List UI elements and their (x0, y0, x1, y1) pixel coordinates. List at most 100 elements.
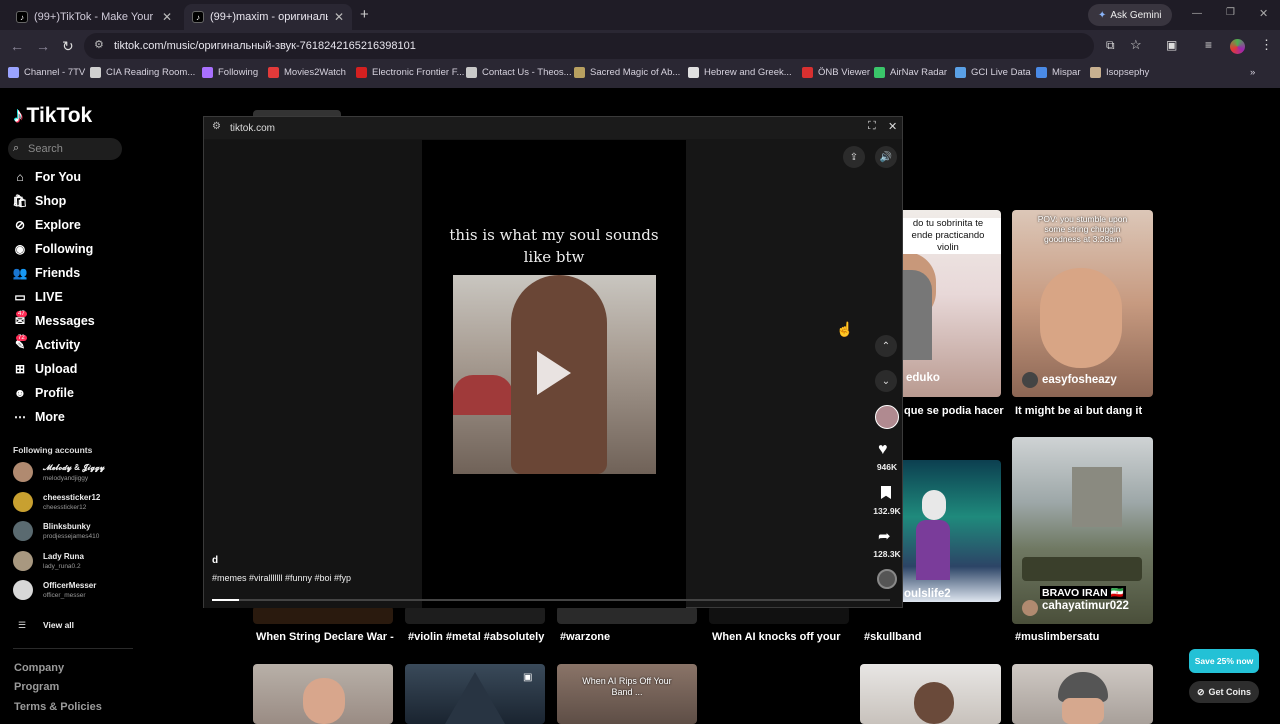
menu-kebab-icon[interactable]: ⋮ (1260, 37, 1273, 53)
site-settings-icon[interactable]: ⚙ (212, 121, 221, 132)
bookmark-item[interactable]: AirNav Radar (874, 67, 947, 78)
nav-item-explore[interactable]: ⊘ Explore (13, 218, 81, 232)
following-account[interactable]: cheessticker12 cheessticker12 (13, 491, 100, 512)
close-window-icon[interactable]: ✕ (1259, 7, 1268, 20)
bookmark-item[interactable]: Movies2Watch (268, 67, 346, 78)
bookmark-star-icon[interactable]: ☆ (1130, 37, 1142, 53)
tab-title: (99+)maxim - оригинальный з (210, 11, 328, 23)
bookmark-item[interactable]: Mispar (1036, 67, 1081, 78)
following-account[interactable]: OfficerMesser officer_messer (13, 580, 96, 600)
gemini-sparkle-icon: ✦ (1098, 9, 1107, 21)
view-all-link[interactable]: View all (43, 620, 74, 630)
expand-icon[interactable]: ⛶ (868, 120, 876, 133)
video-thumbnail[interactable] (709, 606, 849, 624)
nav-item-profile[interactable]: ☻ Profile (13, 386, 74, 400)
bookmark-item[interactable]: Sacred Magic of Ab... (574, 67, 680, 78)
music-disc-icon[interactable] (877, 569, 897, 589)
video-caption[interactable]: It might be ai but dang it (1015, 405, 1142, 417)
profile-avatar-icon[interactable] (1230, 39, 1245, 54)
video-caption[interactable]: #muslimbersatu (1015, 631, 1099, 643)
pip-share-icon[interactable]: ⇪ (843, 146, 865, 168)
progress-track[interactable] (212, 599, 890, 601)
nav-item-friends[interactable]: 👥 Friends (13, 266, 81, 280)
nav-item-more[interactable]: ⋯ More (13, 410, 65, 424)
video-thumbnail[interactable] (860, 664, 1001, 724)
video-caption[interactable]: que se podia hacer (904, 405, 1004, 417)
video-caption[interactable]: When String Declare War - (256, 631, 394, 643)
close-tab-icon[interactable]: ✕ (334, 10, 344, 24)
video-thumbnail[interactable]: ▣ (405, 664, 545, 724)
following-account[interactable]: Lady Runa lady_runa0.2 (13, 550, 84, 571)
volume-icon[interactable]: 🔊 (875, 146, 897, 168)
video-thumbnail[interactable] (253, 606, 393, 624)
avatar (13, 462, 33, 482)
footer-link-program[interactable]: Program (14, 681, 59, 693)
video-caption[interactable]: #warzone (560, 631, 610, 643)
video-card-cahayatimur022[interactable]: BRAVO IRAN 🇮🇷 cahayatimur022 (1012, 437, 1153, 624)
install-app-icon[interactable]: ⧉ (1106, 38, 1115, 53)
share-arrow-icon[interactable]: ➦ (878, 527, 891, 545)
search-input[interactable]: ⌕ Search (8, 138, 122, 160)
minimize-icon[interactable]: — (1192, 8, 1202, 19)
video-author[interactable]: d (212, 555, 218, 566)
footer-link-terms[interactable]: Terms & Policies (14, 701, 102, 713)
bookmark-item[interactable]: Isopsephy (1090, 67, 1149, 78)
bookmark-item[interactable]: Channel - 7TV (8, 67, 85, 78)
tiktok-logo[interactable]: ♪ TikTok (13, 104, 92, 128)
new-tab-button[interactable]: + (360, 6, 369, 23)
following-account[interactable]: Blinksbunky prodjessejames410 (13, 521, 99, 541)
close-mini-player-icon[interactable]: ✕ (888, 120, 897, 133)
play-icon[interactable] (537, 351, 571, 395)
video-caption[interactable]: #violin #metal #absolutely (408, 631, 544, 643)
next-video-icon[interactable]: ⌄ (875, 370, 897, 392)
nav-item-shop[interactable]: 🛍 Shop (12, 194, 66, 208)
video-thumbnail[interactable] (253, 664, 393, 724)
nav-label: LIVE (35, 290, 63, 304)
back-icon[interactable]: ← (10, 38, 24, 54)
creator-avatar[interactable] (875, 405, 899, 429)
get-coins-button[interactable]: ⊘ Get Coins (1189, 681, 1259, 703)
save-25-promo-button[interactable]: Save 25% now (1189, 649, 1259, 673)
forward-icon[interactable]: → (36, 38, 50, 54)
bookmark-icon[interactable] (881, 486, 891, 499)
browser-tab-2[interactable]: ♪ (99+)maxim - оригинальный з ✕ (184, 4, 352, 30)
previous-video-icon[interactable]: ⌃ (875, 335, 897, 357)
restore-icon[interactable]: ❐ (1226, 7, 1235, 18)
nav-item-for-you[interactable]: ⌂ For You (13, 170, 81, 184)
video-caption[interactable]: When AI knocks off your (712, 631, 841, 643)
video-caption[interactable]: #skullband (864, 631, 921, 643)
video-thumbnail[interactable] (405, 606, 545, 624)
video-frame[interactable]: this is what my soul sounds like btw (422, 140, 686, 608)
video-card-easyfosheazy[interactable]: POV: you stumble upon some string chuggi… (1012, 210, 1153, 397)
media-controls-icon[interactable]: ≡ (1205, 38, 1212, 52)
bookmark-label: Isopsephy (1106, 67, 1150, 78)
side-panel-icon[interactable]: ▣ (1166, 38, 1177, 52)
more-bookmarks-icon[interactable]: » (1250, 67, 1255, 78)
video-hashtags[interactable]: #memes #viralllllll #funny #boi #fyp (212, 573, 351, 583)
bookmark-item[interactable]: GCI Live Data (955, 67, 1031, 78)
nav-item-following[interactable]: ◉ Following (13, 242, 94, 256)
bookmark-item[interactable]: Contact Us - Theos... (466, 67, 572, 78)
video-thumbnail[interactable] (1012, 664, 1153, 724)
address-bar[interactable]: ⚙ tiktok.com/music/оригинальный-звук-761… (84, 33, 1142, 59)
bookmark-item[interactable]: CIA Reading Room... (90, 67, 195, 78)
ask-gemini-button[interactable]: ✦ Ask Gemini (1088, 4, 1172, 26)
bookmark-item[interactable]: Following (202, 67, 258, 78)
following-account[interactable]: 𝓜𝓮𝓵𝓸𝓭𝔂 & 𝓙𝓲𝓰𝓰𝔂 melodyandjiggy (13, 462, 105, 482)
bookmark-item[interactable]: Electronic Frontier F... (356, 67, 464, 78)
video-thumbnail[interactable]: When AI Rips Off Your Band ... (557, 664, 697, 724)
bookmark-item[interactable]: Hebrew and Greek... (688, 67, 792, 78)
footer-link-company[interactable]: Company (14, 662, 64, 674)
like-heart-icon[interactable]: ♥ (878, 441, 888, 459)
site-info-icon[interactable]: ⚙ (94, 38, 104, 51)
bookmark-item[interactable]: ÖNB Viewer (802, 67, 870, 78)
video-thumbnail[interactable] (557, 606, 697, 624)
bookmark-favicon-icon (688, 67, 699, 78)
mini-player-window[interactable]: ⚙ tiktok.com ⛶ ✕ this is what my soul so… (203, 116, 903, 608)
reload-icon[interactable]: ↻ (62, 38, 74, 55)
following-accounts-title: Following accounts (13, 445, 93, 455)
browser-tab-1[interactable]: ♪ (99+)TikTok - Make Your Da ✕ (8, 4, 180, 30)
nav-item-live[interactable]: ▭ LIVE (13, 290, 63, 304)
close-tab-icon[interactable]: ✕ (162, 10, 172, 24)
nav-item-upload[interactable]: ⊞ Upload (13, 362, 77, 376)
